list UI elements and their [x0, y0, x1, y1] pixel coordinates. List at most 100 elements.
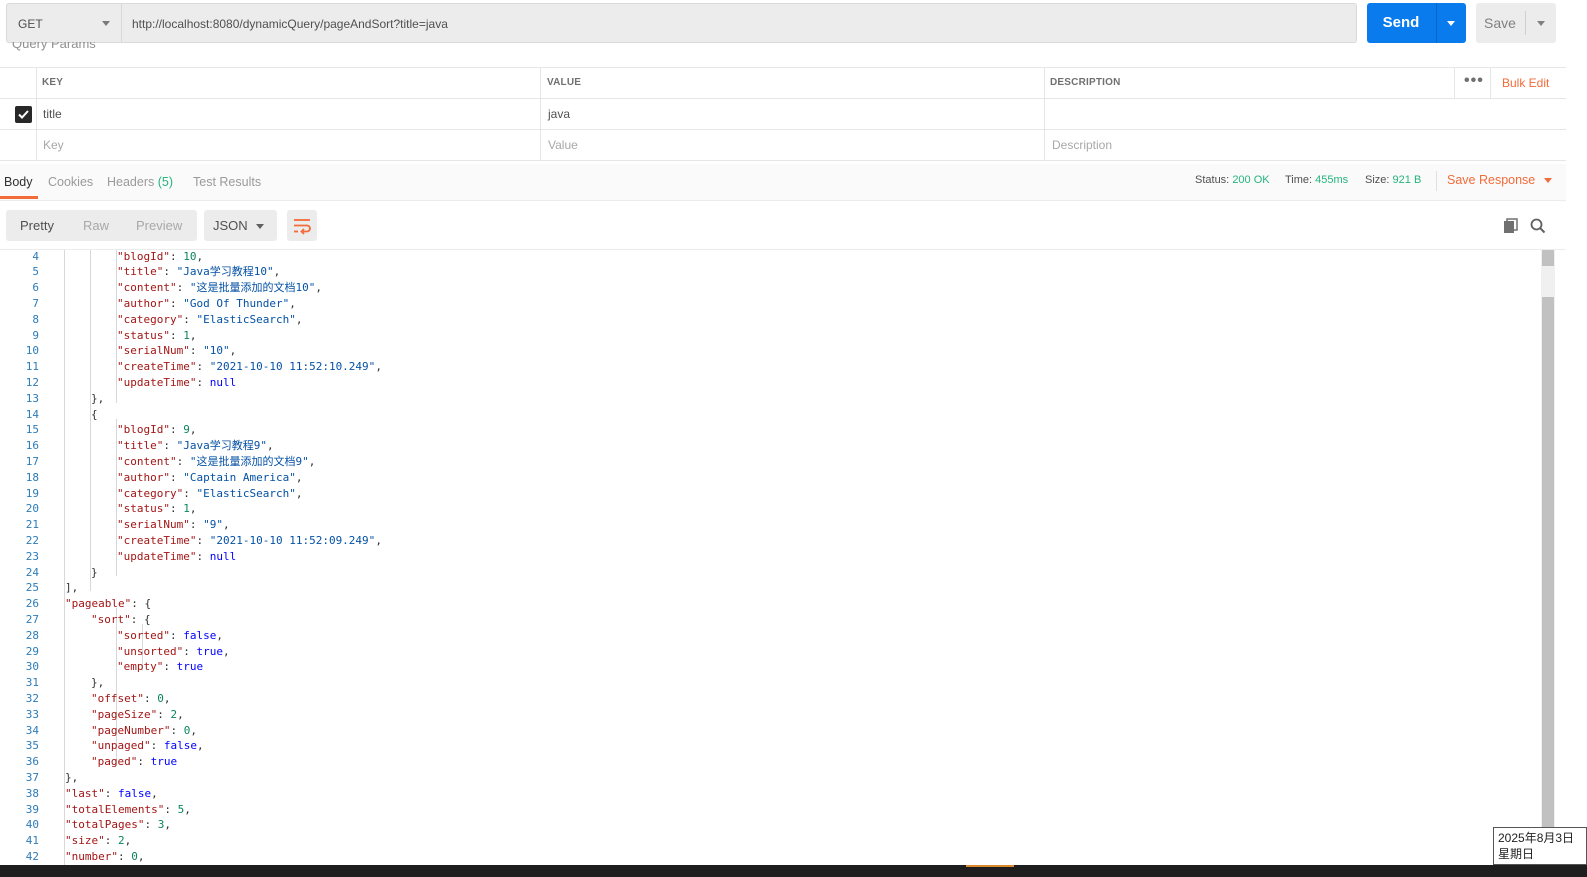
code-text: "updateTime": null	[117, 375, 237, 389]
chevron-down-icon	[102, 21, 110, 26]
code-text: "serialNum": "9",	[117, 518, 230, 532]
code-line: 36 "paged": true	[0, 754, 1540, 770]
response-tabs: Body Cookies Headers (5) Test Results St…	[0, 164, 1566, 201]
value-placeholder[interactable]: Value	[542, 130, 578, 160]
size-value: 921 B	[1392, 174, 1422, 186]
line-number: 42	[25, 849, 39, 863]
code-text: "pageSize": 2,	[91, 707, 184, 721]
method-select[interactable]: GET	[6, 3, 122, 43]
code-text: "serialNum": "10",	[117, 344, 237, 358]
more-options-icon[interactable]: •••	[1464, 72, 1484, 90]
line-number: 27	[25, 612, 39, 626]
code-line: 9 "status": 1,	[0, 328, 1540, 344]
code-line: 41 "size": 2,	[0, 833, 1540, 849]
key-placeholder[interactable]: Key	[37, 130, 64, 160]
request-bar: GET http://localhost:8080/dynamicQuery/p…	[0, 0, 1587, 48]
url-input[interactable]: http://localhost:8080/dynamicQuery/pageA…	[121, 3, 1357, 43]
code-text: "status": 1,	[117, 502, 197, 516]
code-line: 37},	[0, 770, 1540, 786]
clock-weekday: 星期日	[1498, 847, 1535, 861]
line-number: 24	[25, 565, 39, 579]
line-number: 20	[25, 502, 39, 516]
description-placeholder[interactable]: Description	[1046, 130, 1112, 160]
save-options-button[interactable]	[1526, 3, 1556, 43]
tab-headers[interactable]: Headers (5)	[107, 175, 173, 189]
view-pretty[interactable]: Pretty	[20, 218, 54, 233]
status-divider	[1436, 171, 1437, 191]
line-number: 8	[32, 312, 39, 326]
code-line: 6 "content": "这是批量添加的文档10",	[0, 280, 1540, 296]
status-readout: Status: 200 OK	[1195, 174, 1270, 186]
time-readout: Time: 455ms	[1285, 174, 1349, 186]
param-description[interactable]	[1045, 99, 1051, 129]
line-number: 36	[25, 755, 39, 769]
line-number: 32	[25, 691, 39, 705]
code-text: "totalElements": 5,	[65, 802, 191, 816]
code-line: 30 "empty": true	[0, 659, 1540, 675]
copy-icon[interactable]	[1503, 218, 1519, 234]
code-text: }	[91, 565, 98, 579]
save-button[interactable]: Save	[1476, 3, 1556, 43]
scrollbar-thumb[interactable]	[1542, 297, 1554, 877]
search-icon[interactable]	[1530, 218, 1546, 234]
checkmark-icon[interactable]	[15, 106, 32, 123]
code-text: },	[91, 391, 105, 405]
wrap-lines-button[interactable]	[287, 210, 317, 241]
code-text: "sort": {	[91, 612, 151, 626]
code-line: 27 "sort": {	[0, 612, 1540, 628]
scrollbar-up[interactable]	[1542, 250, 1554, 266]
tab-cookies[interactable]: Cookies	[48, 175, 93, 189]
chevron-down-icon	[256, 224, 264, 229]
line-number: 33	[25, 707, 39, 721]
view-preview[interactable]: Preview	[136, 218, 182, 233]
code-text: "unpaged": false,	[91, 739, 204, 753]
response-scrollbar[interactable]	[1541, 250, 1555, 877]
line-number: 10	[25, 344, 39, 358]
code-line: 34 "pageNumber": 0,	[0, 723, 1540, 739]
code-text: "content": "这是批量添加的文档9",	[117, 454, 316, 468]
line-number: 17	[25, 454, 39, 468]
bulk-edit-link[interactable]: Bulk Edit	[1502, 68, 1549, 98]
response-body[interactable]: 4 "blogId": 10, 5 "title": "Java学习教程10", 6 "c…	[0, 250, 1540, 877]
code-line: 12 "updateTime": null	[0, 375, 1540, 391]
code-text: "offset": 0,	[91, 691, 171, 705]
param-key[interactable]: title	[37, 99, 62, 129]
send-button[interactable]: Send	[1367, 3, 1466, 43]
save-response-button[interactable]: Save Response	[1447, 173, 1553, 187]
code-line: 7 "author": "God Of Thunder",	[0, 296, 1540, 312]
view-raw[interactable]: Raw	[83, 218, 109, 233]
clock-date: 2025年8月3日	[1498, 831, 1575, 845]
format-toolbar: Pretty Raw Preview JSON	[0, 202, 1566, 250]
taskbar-clock[interactable]: 2025年8月3日 星期日	[1493, 827, 1587, 865]
code-line: 11 "createTime": "2021-10-10 11:52:10.249…	[0, 359, 1540, 375]
language-label: JSON	[213, 218, 248, 233]
line-number: 30	[25, 660, 39, 674]
code-text: "category": "ElasticSearch",	[117, 486, 303, 500]
params-table: KEY VALUE DESCRIPTION ••• Bulk Edit titl…	[0, 67, 1566, 161]
tab-test-results[interactable]: Test Results	[193, 175, 261, 189]
code-text: "number": 0,	[65, 849, 145, 863]
language-select[interactable]: JSON	[204, 210, 277, 241]
tab-body[interactable]: Body	[4, 175, 33, 189]
line-number: 13	[25, 391, 39, 405]
param-value[interactable]: java	[542, 99, 570, 129]
code-text: "sorted": false,	[117, 628, 223, 642]
code-text: "last": false,	[65, 786, 158, 800]
line-number: 29	[25, 644, 39, 658]
status-value: 200 OK	[1232, 174, 1270, 186]
send-options-button[interactable]	[1437, 3, 1466, 43]
headers-count: (5)	[157, 175, 174, 189]
line-number: 34	[25, 723, 39, 737]
code-text: "size": 2,	[65, 834, 132, 848]
code-line: 17 "content": "这是批量添加的文档9",	[0, 454, 1540, 470]
line-number: 28	[25, 628, 39, 642]
line-number: 6	[32, 281, 39, 295]
code-text: "createTime": "2021-10-10 11:52:09.249",	[117, 533, 382, 547]
code-line: 42 "number": 0,	[0, 849, 1540, 865]
method-label: GET	[18, 17, 43, 31]
active-tab-underline	[0, 196, 38, 199]
line-number: 40	[25, 818, 39, 832]
chevron-down-icon	[1447, 21, 1455, 26]
params-header-row: KEY VALUE DESCRIPTION ••• Bulk Edit	[0, 68, 1566, 99]
line-number: 39	[25, 802, 39, 816]
